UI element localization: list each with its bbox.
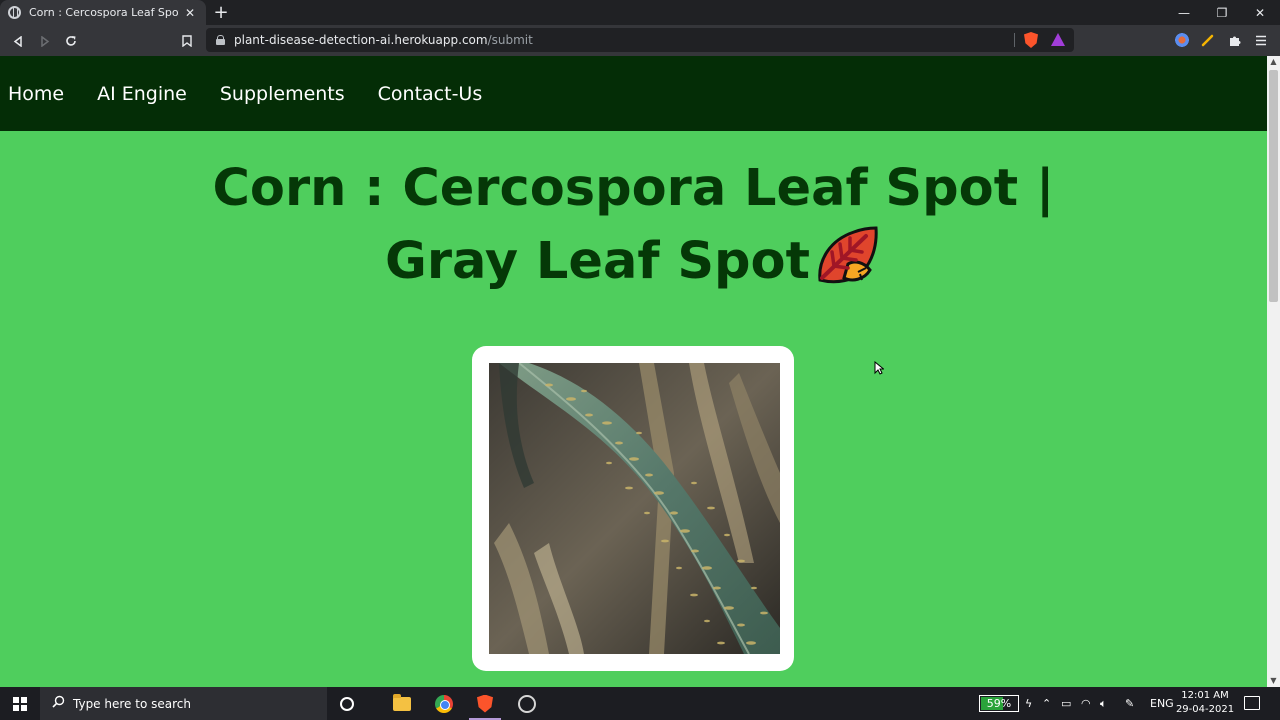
- clock[interactable]: 12:01 AM 29-04-2021: [1174, 689, 1236, 717]
- page-title: Corn : Cercospora Leaf Spot | Gray Leaf …: [0, 154, 1267, 297]
- page-title-line1: Corn : Cercospora Leaf Spot |: [212, 159, 1055, 218]
- nav-contact-us[interactable]: Contact-Us: [378, 83, 483, 105]
- tab-active[interactable]: Corn : Cercospora Leaf Spot | Gra ✕: [0, 0, 206, 25]
- brave-icon: [477, 694, 493, 713]
- extensions-puzzle-icon[interactable]: [1227, 32, 1243, 48]
- volume-icon[interactable]: 🔈︎: [1100, 687, 1107, 720]
- cortana-icon: [340, 696, 354, 711]
- cortana-button[interactable]: [327, 687, 367, 720]
- battery-percent: 59%: [986, 697, 1012, 710]
- scroll-up-icon[interactable]: ▲: [1267, 56, 1280, 68]
- tab-strip: Corn : Cercospora Leaf Spot | Gra ✕ + — …: [0, 0, 1280, 25]
- obs-button[interactable]: [507, 687, 547, 720]
- clock-date: 29-04-2021: [1175, 704, 1235, 715]
- language-indicator[interactable]: ENG: [1150, 687, 1174, 720]
- battery-icon[interactable]: ▭: [1061, 687, 1071, 720]
- minimize-button[interactable]: —: [1165, 0, 1203, 25]
- charging-icon: ϟ: [1025, 697, 1033, 710]
- page-viewport: Home AI Engine Supplements Contact-Us Co…: [0, 56, 1267, 687]
- scrollbar-thumb[interactable]: [1269, 70, 1278, 302]
- nav-home[interactable]: Home: [8, 83, 64, 105]
- start-button[interactable]: [0, 687, 40, 720]
- windows-taskbar: Type here to search 59% ϟ ⌃ ▭ ◠ 🔈︎ ✎ ENG…: [0, 687, 1280, 720]
- chrome-button[interactable]: [424, 687, 464, 720]
- windows-logo-icon: [13, 696, 27, 711]
- address-bar[interactable]: plant-disease-detection-ai.herokuapp.com…: [206, 28, 1074, 52]
- notifications-icon[interactable]: [1244, 696, 1260, 710]
- url-path: /submit: [487, 33, 533, 47]
- lock-icon: [216, 35, 225, 45]
- new-tab-button[interactable]: +: [212, 2, 230, 23]
- brave-rewards-icon[interactable]: [1051, 33, 1065, 46]
- brave-button[interactable]: [465, 687, 505, 720]
- site-navbar: Home AI Engine Supplements Contact-Us: [0, 56, 1267, 131]
- fallen-leaf-icon: [814, 224, 882, 286]
- battery-indicator[interactable]: 59%: [979, 695, 1019, 712]
- maximize-button[interactable]: ❐: [1203, 0, 1241, 25]
- nav-ai-engine[interactable]: AI Engine: [97, 83, 187, 105]
- nav-supplements[interactable]: Supplements: [220, 83, 345, 105]
- folder-icon: [393, 693, 411, 711]
- corn-leaf-photo: [489, 363, 780, 654]
- brave-shields-icon[interactable]: [1024, 32, 1038, 48]
- tab-title: Corn : Cercospora Leaf Spot | Gra: [29, 6, 179, 19]
- close-window-button[interactable]: ✕: [1241, 0, 1279, 25]
- tab-close-icon[interactable]: ✕: [185, 6, 195, 20]
- reload-icon[interactable]: [61, 31, 81, 51]
- scroll-down-icon[interactable]: ▼: [1267, 675, 1280, 687]
- browser-toolbar: plant-disease-detection-ai.herokuapp.com…: [0, 25, 1280, 56]
- file-explorer-button[interactable]: [382, 687, 422, 720]
- clock-time: 12:01 AM: [1181, 690, 1229, 701]
- search-icon: [52, 695, 65, 712]
- url-host: plant-disease-detection-ai.herokuapp.com: [234, 33, 488, 47]
- extension-pencil-icon[interactable]: [1200, 32, 1216, 48]
- menu-icon[interactable]: [1253, 32, 1269, 48]
- show-hidden-icons-chevron-icon[interactable]: ⌃: [1042, 687, 1051, 720]
- taskbar-search-placeholder: Type here to search: [73, 696, 191, 711]
- obs-icon: [518, 694, 536, 713]
- pen-icon[interactable]: ✎: [1125, 687, 1134, 720]
- wifi-icon[interactable]: ◠: [1081, 687, 1091, 720]
- bookmark-icon[interactable]: [177, 31, 197, 51]
- chrome-icon: [435, 694, 453, 713]
- extension-globe-icon[interactable]: [1174, 32, 1190, 48]
- address-bar-divider: [1014, 33, 1015, 47]
- page-scrollbar[interactable]: ▲ ▼: [1267, 56, 1280, 687]
- page-title-line2: Gray Leaf Spot: [385, 232, 810, 291]
- back-arrow-icon[interactable]: [8, 31, 28, 51]
- taskbar-search[interactable]: Type here to search: [40, 687, 327, 720]
- forward-arrow-icon[interactable]: [34, 31, 54, 51]
- globe-icon: [8, 6, 21, 19]
- leaf-image-card: [472, 346, 794, 671]
